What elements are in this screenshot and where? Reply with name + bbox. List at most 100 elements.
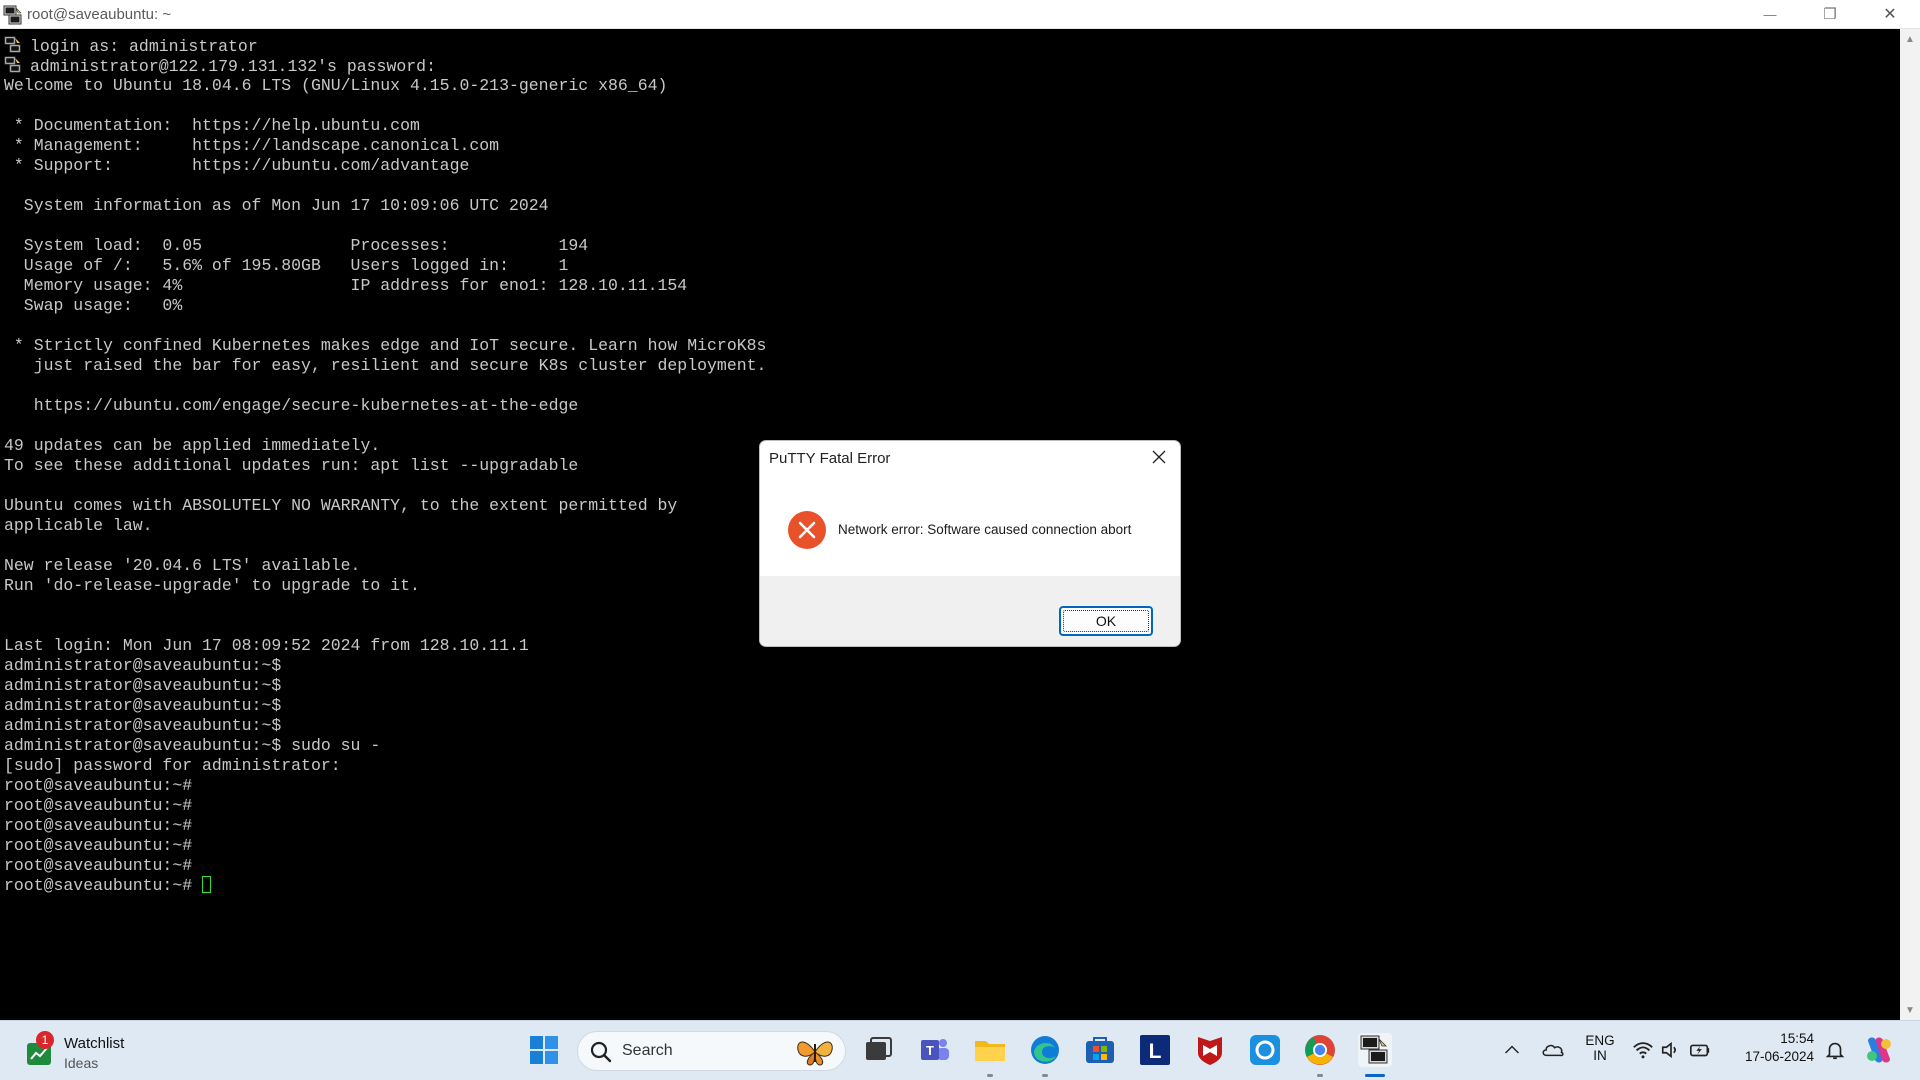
widget-title: Watchlist [64, 1035, 125, 1052]
terminal-line-text: Swap usage: 0% [4, 296, 183, 315]
close-icon: ✕ [1883, 6, 1897, 23]
cortana-button[interactable] [1248, 1033, 1282, 1067]
terminal-line-text: applicable law. [4, 516, 153, 535]
terminal-line-text: Welcome to Ubuntu 18.04.6 LTS (GNU/Linux… [4, 76, 668, 95]
close-icon [1152, 450, 1166, 464]
terminal-line: * Strictly confined Kubernetes makes edg… [4, 336, 767, 356]
terminal-line-text: Memory usage: 4% IP address for eno1: 12… [4, 276, 688, 295]
window-titlebar[interactable]: root@saveaubuntu: ~ — ❐ ✕ [0, 0, 1920, 29]
terminal-line: [sudo] password for administrator: [4, 756, 766, 776]
terminal-line-text: New release '20.04.6 LTS' available. [4, 556, 361, 575]
close-window-button[interactable]: ✕ [1860, 0, 1920, 28]
chevron-up-icon [1505, 1045, 1519, 1054]
microsoft-store-button[interactable] [1083, 1033, 1117, 1067]
terminal-line-text: * Support: https://ubuntu.com/advantage [4, 156, 470, 175]
terminal-line-text: System information as of Mon Jun 17 10:0… [4, 196, 549, 215]
terminal-line: To see these additional updates run: apt… [4, 456, 766, 476]
terminal-line: root@saveaubuntu:~# [4, 796, 766, 816]
cortana-icon [1250, 1035, 1280, 1065]
scroll-down-icon[interactable]: ▼ [1900, 1000, 1920, 1020]
taskbar: 1 Watchlist Ideas Search T L ENG IN 15:5… [0, 1020, 1920, 1080]
edge-button[interactable] [1028, 1033, 1062, 1067]
putty-small-icon [4, 56, 22, 74]
terminal-scrollbar[interactable]: ▲ ▼ [1900, 29, 1920, 1020]
restore-icon: ❐ [1823, 6, 1837, 23]
terminal-line-text: administrator@saveaubuntu:~$ [4, 676, 282, 695]
terminal-line: Swap usage: 0% [4, 296, 766, 316]
terminal-line-text: 49 updates can be applied immediately. [4, 436, 381, 455]
file-explorer-icon [975, 1041, 1005, 1061]
error-icon [788, 511, 826, 549]
clock[interactable]: 15:54 17-06-2024 [1728, 1031, 1814, 1064]
terminal-line: administrator@saveaubuntu:~$ [4, 716, 766, 736]
taskbar-search[interactable]: Search [577, 1031, 846, 1071]
language-indicator[interactable]: ENG IN [1580, 1033, 1620, 1063]
minimize-button[interactable]: — [1740, 0, 1800, 28]
terminal-line: * Support: https://ubuntu.com/advantage [4, 156, 766, 176]
quick-settings-button[interactable] [1630, 1033, 1714, 1067]
chrome-running-indicator [1317, 1074, 1323, 1077]
terminal-line-text: [sudo] password for administrator: [4, 756, 341, 775]
putty-app-icon[interactable] [2, 4, 24, 26]
wifi-icon [1633, 1042, 1653, 1059]
explorer-running-indicator [987, 1074, 993, 1077]
microsoft-store-icon [1086, 1037, 1114, 1063]
terminal-line-text: administrator@saveaubuntu:~$ [4, 656, 282, 675]
maximize-button[interactable]: ❐ [1800, 0, 1860, 28]
keyboard-region: IN [1593, 1048, 1607, 1063]
svg-text:L: L [1149, 1040, 1162, 1063]
edge-icon [1031, 1036, 1059, 1064]
putty-small-icon [4, 36, 22, 54]
terminal-line-text: Last login: Mon Jun 17 08:09:52 2024 fro… [4, 636, 529, 655]
l-app-button[interactable]: L [1138, 1033, 1172, 1067]
onedrive-button[interactable] [1536, 1033, 1570, 1067]
terminal-line-text: System load: 0.05 Processes: 194 [4, 236, 589, 255]
notifications-button[interactable] [1818, 1033, 1852, 1067]
show-hidden-icons-button[interactable] [1495, 1033, 1529, 1067]
terminal-line: administrator@122.179.131.132's password… [4, 56, 766, 76]
putty-fatal-error-dialog[interactable]: PuTTY Fatal Error Network error: Softwar… [759, 440, 1181, 647]
mcafee-button[interactable] [1193, 1033, 1227, 1067]
terminal-line-text: https://ubuntu.com/engage/secure-kuberne… [4, 396, 579, 415]
error-message: Network error: Software caused connectio… [838, 522, 1132, 537]
chrome-icon [1305, 1035, 1335, 1065]
terminal-line: root@saveaubuntu:~# [4, 816, 766, 836]
butterfly-icon [797, 1041, 833, 1066]
putty-taskbar-button[interactable] [1358, 1033, 1392, 1067]
terminal-line: New release '20.04.6 LTS' available. [4, 556, 766, 576]
clock-time: 15:54 [1780, 1031, 1814, 1046]
terminal-line-text: root@saveaubuntu:~# [4, 856, 193, 875]
terminal-cursor [202, 876, 212, 893]
bell-icon [1825, 1042, 1845, 1060]
start-button[interactable] [527, 1033, 561, 1067]
terminal-line-text: administrator@122.179.131.132's password… [30, 57, 436, 76]
terminal-line: Usage of /: 5.6% of 195.80GB Users logge… [4, 256, 766, 276]
ok-button[interactable]: OK [1059, 606, 1153, 636]
terminal-line-text: root@saveaubuntu:~# [4, 876, 203, 895]
l-app-icon: L [1140, 1035, 1170, 1065]
task-view-button[interactable] [861, 1033, 895, 1067]
file-explorer-button[interactable] [973, 1033, 1007, 1067]
terminal-line-text: root@saveaubuntu:~# [4, 776, 193, 795]
putty-icon [1360, 1035, 1388, 1064]
watchlist-widget[interactable]: 1 Watchlist Ideas [22, 1031, 182, 1073]
terminal-line-text: administrator@saveaubuntu:~$ [4, 696, 282, 715]
copilot-button[interactable] [1862, 1033, 1896, 1067]
teams-icon: T [921, 1039, 949, 1060]
chrome-button[interactable] [1303, 1033, 1337, 1067]
terminal-line: administrator@saveaubuntu:~$ [4, 656, 766, 676]
teams-button[interactable]: T [918, 1033, 952, 1067]
terminal-line: just raised the bar for easy, resilient … [4, 356, 767, 376]
terminal-line-text: Run 'do-release-upgrade' to upgrade to i… [4, 576, 420, 595]
edge-running-indicator [1042, 1074, 1048, 1077]
scroll-up-icon[interactable]: ▲ [1900, 29, 1920, 49]
terminal-output: login as: administrator administrator@122… [4, 36, 766, 896]
dialog-close-button[interactable] [1144, 445, 1174, 469]
terminal-line: https://ubuntu.com/engage/secure-kuberne… [4, 396, 766, 416]
